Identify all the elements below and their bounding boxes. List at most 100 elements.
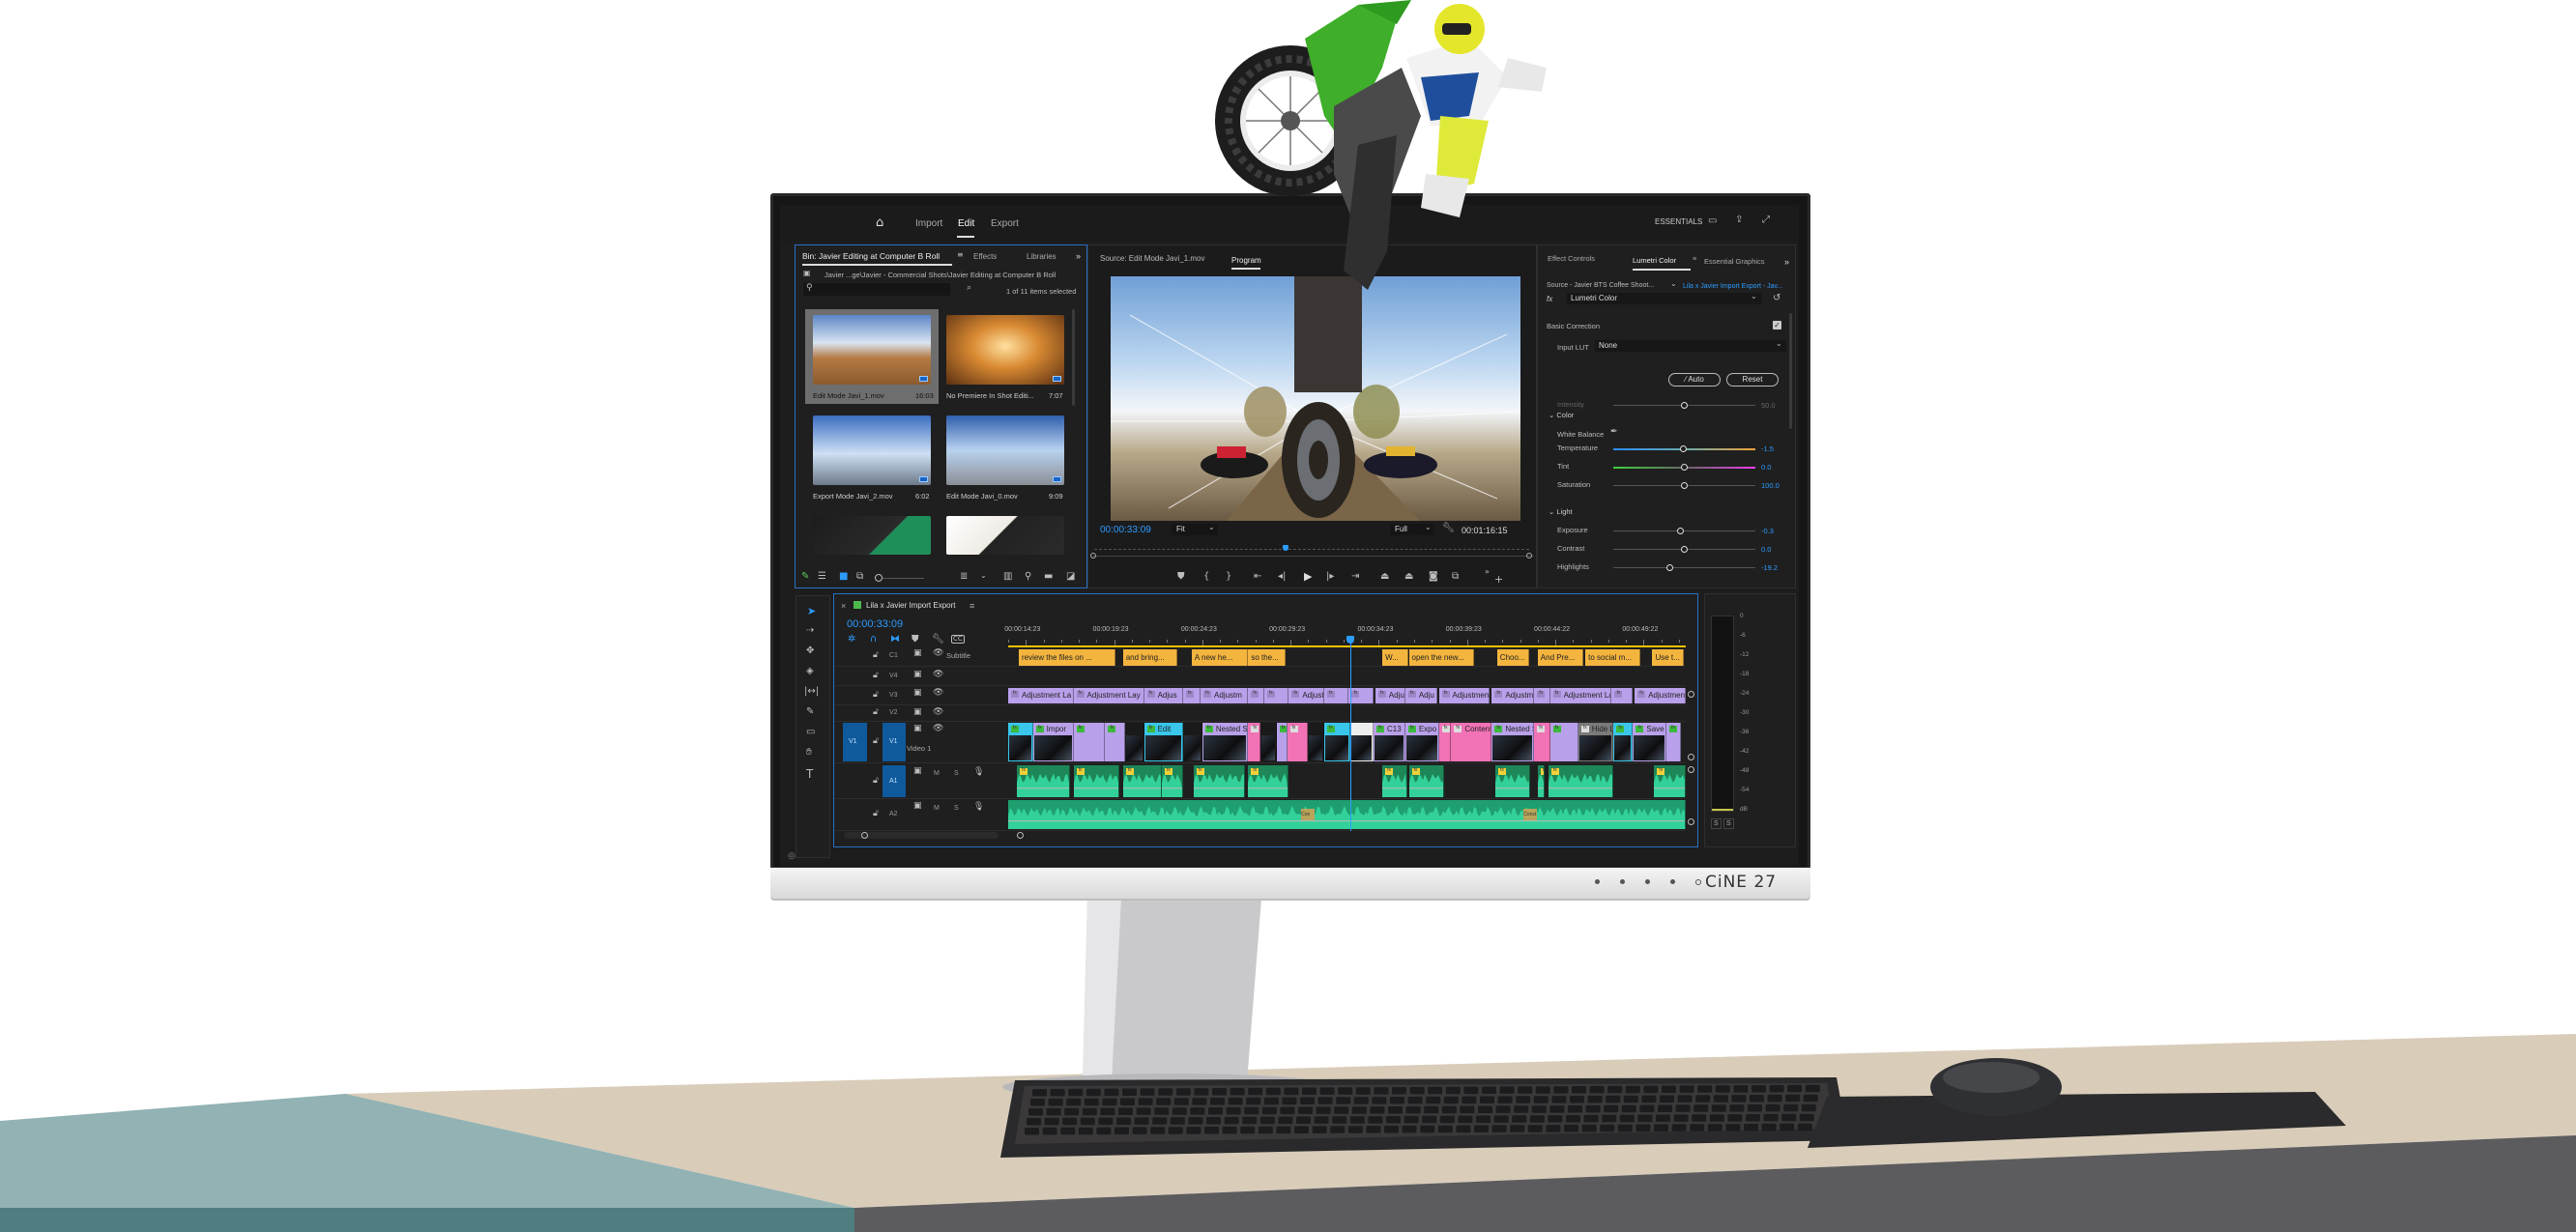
snap-icon[interactable]: ∩ [870, 635, 877, 645]
slider-saturation[interactable] [1613, 482, 1755, 489]
audio-clip[interactable]: fx [1122, 765, 1162, 797]
button-editor-icon[interactable]: + [1494, 574, 1503, 585]
lock-icon[interactable]: 🔓︎ [873, 651, 879, 660]
video-clip[interactable]: fx [1438, 723, 1452, 761]
step-back-icon[interactable]: ◂| [1278, 572, 1286, 582]
add-marker-icon[interactable]: ⛊ [912, 635, 919, 645]
automate-to-sequence-icon[interactable]: ▥ [1003, 572, 1012, 582]
slider-intensity[interactable] [1613, 402, 1755, 409]
pen-tool-icon[interactable]: ✎ [806, 707, 814, 717]
fullscreen-icon[interactable]: ⤢ [1762, 215, 1770, 225]
timeline-timecode[interactable]: 00:00:33:09 [847, 619, 903, 630]
slider-temperature[interactable] [1613, 445, 1755, 452]
search-icon[interactable]: ⚲ [1025, 572, 1031, 582]
audio-clip[interactable]: fx [1537, 765, 1546, 797]
more-panels-icon[interactable]: » [1784, 258, 1789, 267]
vertical-zoom-handle[interactable] [1688, 818, 1694, 825]
video-clip[interactable] [1182, 723, 1202, 761]
video-clip[interactable]: fx [1105, 723, 1125, 761]
freeform-view-icon[interactable]: ⧉ [856, 572, 863, 582]
eye-icon[interactable]: 👁︎ [933, 649, 943, 658]
razor-tool-icon[interactable]: ◈ [806, 667, 814, 676]
adjustment-layer-clip[interactable]: fx Adju [1375, 688, 1405, 703]
audio-clip[interactable]: fx [1408, 765, 1445, 797]
vertical-zoom-handle[interactable] [1688, 691, 1694, 698]
subtitle-clip[interactable]: open the new... [1408, 649, 1475, 666]
solo-button[interactable]: S [954, 770, 959, 777]
adjustment-layer-clip[interactable]: fxAdjustment Layer [1549, 688, 1612, 703]
play-icon[interactable]: ▶ [1304, 571, 1312, 582]
video-clip[interactable]: fx [1248, 723, 1261, 761]
slider-knob[interactable] [1681, 546, 1688, 553]
adjustment-layer-clip[interactable]: fxAdjustment L [1635, 688, 1687, 703]
video-clip[interactable]: fx C13 [1373, 723, 1405, 761]
lock-icon[interactable]: 🔓︎ [873, 672, 879, 680]
comparison-view-icon[interactable]: ⧉ [1452, 572, 1459, 582]
tab-libraries[interactable]: Libraries [1027, 253, 1056, 261]
vertical-zoom-handle[interactable] [1688, 766, 1694, 773]
subtitle-clip[interactable]: and bring... [1122, 649, 1178, 666]
rectangle-tool-icon[interactable]: ▭ [806, 728, 815, 737]
adjustment-layer-clip[interactable]: fx [1534, 688, 1550, 703]
video-clip[interactable] [1308, 723, 1324, 761]
more-controls-icon[interactable]: » [1485, 568, 1490, 576]
audio-clip[interactable]: fx [1161, 765, 1183, 797]
go-to-in-icon[interactable]: ⇤ [1254, 572, 1261, 582]
video-clip[interactable]: fx Hide L [1577, 723, 1614, 761]
slider-value[interactable]: 0.0 [1761, 546, 1771, 554]
zoom-handle-left[interactable] [1090, 553, 1096, 559]
microphone-icon[interactable]: 🎙︎ [973, 768, 984, 777]
tab-bin[interactable]: Bin: Javier Editing at Computer B Roll [802, 252, 940, 261]
sync-lock-icon[interactable]: ▣ [913, 708, 922, 717]
close-sequence-icon[interactable]: × [841, 602, 846, 611]
auto-button[interactable]: ⁄ Auto [1668, 373, 1721, 387]
video-clip[interactable]: fx Nested S [1491, 723, 1535, 761]
panel-layout-icon[interactable]: ▭ [1708, 216, 1717, 226]
share-icon[interactable]: ⇪ [1735, 215, 1743, 225]
monitor-button[interactable] [1645, 879, 1650, 884]
audio-clip[interactable]: fx [1382, 765, 1407, 797]
solo-left-button[interactable]: S [1711, 818, 1722, 829]
video-clip[interactable]: fx [1287, 723, 1309, 761]
bin-scrollbar[interactable] [1072, 309, 1075, 406]
slider-value[interactable]: 0.0 [1761, 464, 1771, 472]
go-to-out-icon[interactable]: ⇥ [1351, 572, 1359, 582]
search-input[interactable]: ⚲ [803, 283, 950, 296]
new-item-icon[interactable]: ◪ [1066, 572, 1075, 582]
captions-icon[interactable]: CC [951, 635, 965, 644]
slider-value[interactable]: 100.0 [1761, 482, 1780, 490]
adjustment-layer-clip[interactable]: fx Adjust [1288, 688, 1324, 703]
video-clip[interactable] [1350, 723, 1374, 761]
scrub-zoom-bar[interactable] [1092, 556, 1534, 557]
slider-knob[interactable] [1681, 482, 1688, 489]
eyedropper-icon[interactable]: ✒ [1610, 428, 1618, 437]
video-clip[interactable]: fx Edit [1143, 723, 1183, 761]
slider-knob[interactable] [1666, 564, 1674, 571]
color-section-header[interactable]: ⌄ Color [1548, 412, 1574, 419]
basic-correction-checkbox[interactable]: ✓ [1773, 321, 1781, 329]
sequence-tab[interactable]: Lila x Javier Import Export [866, 602, 955, 610]
video-clip[interactable]: fx Expo [1404, 723, 1439, 761]
tab-essential-graphics[interactable]: Essential Graphics [1704, 258, 1765, 266]
home-icon[interactable]: ⌂ [876, 216, 883, 229]
lumetri-scrollbar[interactable] [1789, 313, 1792, 429]
scroll-handle-left[interactable] [861, 832, 868, 839]
subtitle-clip[interactable]: to social m... [1585, 649, 1640, 666]
panel-menu-icon[interactable]: ≡ [1693, 256, 1696, 263]
adjustment-layer-clip[interactable]: fx [1611, 688, 1634, 703]
ripple-edit-tool-icon[interactable]: ✥ [806, 646, 814, 656]
folder-up-icon[interactable]: ▣ [803, 270, 811, 277]
eye-icon[interactable]: 👁︎ [933, 708, 943, 717]
hand-tool-icon[interactable]: ✋︎ [806, 748, 812, 758]
lock-icon[interactable]: 🔓︎ [873, 690, 879, 700]
power-button[interactable] [1695, 879, 1701, 885]
adjustment-layer-clip[interactable]: fxAdjustment L [1438, 688, 1491, 703]
input-lut-dropdown[interactable]: None ⌄ [1595, 340, 1786, 352]
sync-lock-icon[interactable]: ▣ [913, 671, 922, 679]
subtitle-clip[interactable]: review the files on ... [1018, 649, 1116, 666]
add-marker-icon[interactable]: ⛊ [1177, 572, 1185, 582]
solo-right-button[interactable]: S [1723, 818, 1734, 829]
video-clip[interactable]: fx Save [1633, 723, 1667, 761]
new-bin-icon[interactable]: ▬ [1044, 572, 1053, 582]
pencil-icon[interactable]: ✎ [801, 572, 809, 582]
